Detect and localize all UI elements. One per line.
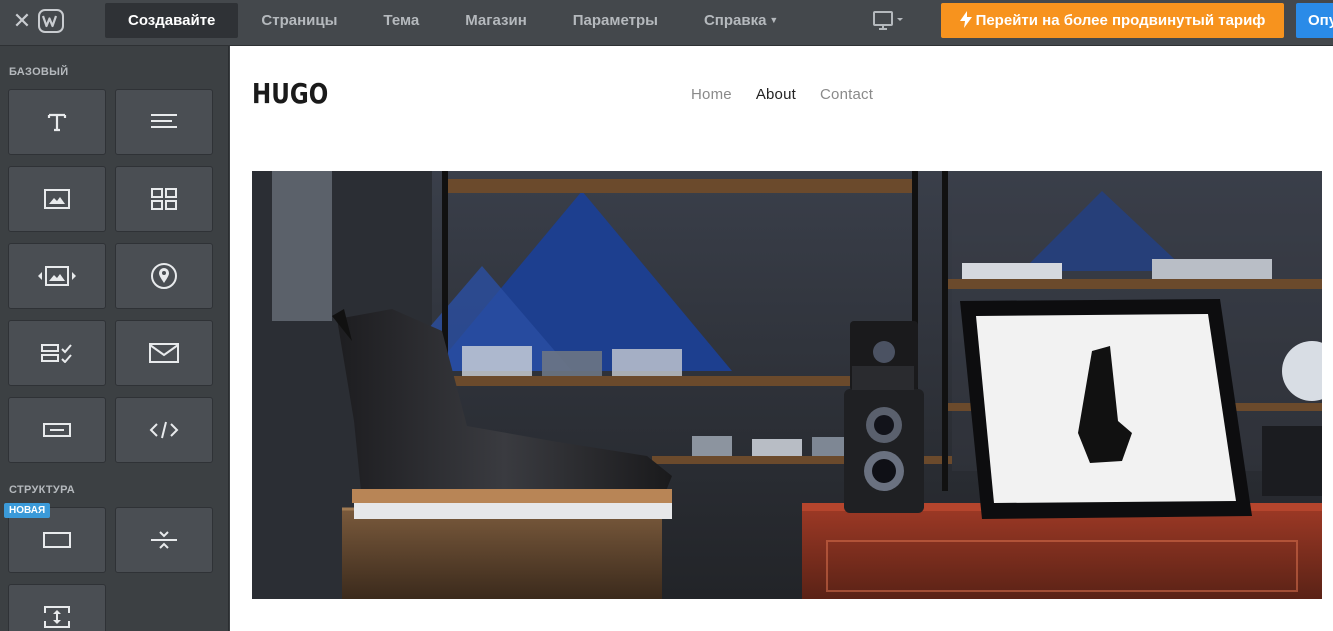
site-navigation: Home About Contact [691, 86, 897, 103]
text-icon [150, 112, 178, 132]
weebly-logo-icon[interactable] [38, 9, 64, 33]
tab-theme[interactable]: Тема [360, 3, 442, 38]
divider-icon [150, 530, 178, 550]
spacer-icon [43, 606, 71, 628]
tab-label: Страницы [261, 12, 338, 29]
hero-image[interactable] [252, 171, 1322, 599]
element-newsletter[interactable] [115, 320, 213, 386]
element-button[interactable] [8, 397, 106, 463]
tab-build[interactable]: Создавайте [105, 3, 239, 38]
upgrade-label: Перейти на более продвинутый тариф [975, 12, 1266, 29]
tab-store[interactable]: Магазин [442, 3, 550, 38]
caret-down-icon: ▼ [769, 15, 779, 25]
lightning-icon [959, 6, 972, 41]
title-icon [46, 111, 68, 133]
element-map[interactable] [115, 243, 213, 309]
section-title-structure: СТРУКТУРА [9, 484, 75, 496]
tab-label: Тема [383, 12, 420, 29]
main-tabs: Создавайте Страницы Тема Магазин Парамет… [105, 3, 801, 38]
image-icon [44, 189, 70, 209]
upgrade-plan-button[interactable]: Перейти на более продвинутый тариф [941, 3, 1284, 38]
element-gallery[interactable] [115, 166, 213, 232]
element-title[interactable] [8, 89, 106, 155]
newsletter-icon [149, 343, 179, 363]
tab-label: Магазин [465, 12, 527, 29]
section-icon [43, 531, 71, 549]
button-icon [43, 423, 71, 437]
element-slideshow[interactable] [8, 243, 106, 309]
element-text[interactable] [115, 89, 213, 155]
site-preview-canvas[interactable]: HUGO Home About Contact [230, 46, 1333, 631]
top-toolbar: ✕ Создавайте Страницы Тема Магазин Парам… [0, 0, 1333, 46]
site-logo[interactable]: HUGO [252, 77, 328, 110]
element-embed-code[interactable] [115, 397, 213, 463]
element-divider[interactable] [115, 507, 213, 573]
element-image[interactable] [8, 166, 106, 232]
publish-label: Опубликовать [1308, 12, 1333, 29]
tab-settings[interactable]: Параметры [550, 3, 681, 38]
tab-label: Создавайте [128, 12, 216, 29]
tab-help[interactable]: Справка ▼ [681, 3, 801, 38]
nav-link-about[interactable]: About [756, 86, 796, 103]
slideshow-icon [37, 266, 77, 286]
boot-and-camera-shop-photo [252, 171, 1322, 599]
publish-button[interactable]: Опубликовать [1296, 3, 1333, 38]
contact-form-icon [41, 343, 73, 363]
tab-label: Справка [703, 12, 767, 29]
element-spacer[interactable] [8, 584, 106, 631]
close-icon[interactable]: ✕ [12, 10, 32, 32]
embed-code-icon [149, 420, 179, 440]
map-icon [150, 262, 178, 290]
new-badge: НОВАЯ [4, 503, 51, 518]
tab-pages[interactable]: Страницы [238, 3, 360, 38]
nav-link-home[interactable]: Home [691, 86, 732, 103]
element-contact-form[interactable] [8, 320, 106, 386]
section-title-basic: БАЗОВЫЙ [9, 66, 69, 78]
nav-link-contact[interactable]: Contact [820, 86, 873, 103]
gallery-icon [151, 188, 177, 210]
elements-sidebar: БАЗОВЫЙ СТРУКТУРА НОВАЯ [0, 46, 229, 631]
desktop-monitor-icon[interactable] [872, 10, 906, 32]
tab-label: Параметры [572, 12, 658, 29]
